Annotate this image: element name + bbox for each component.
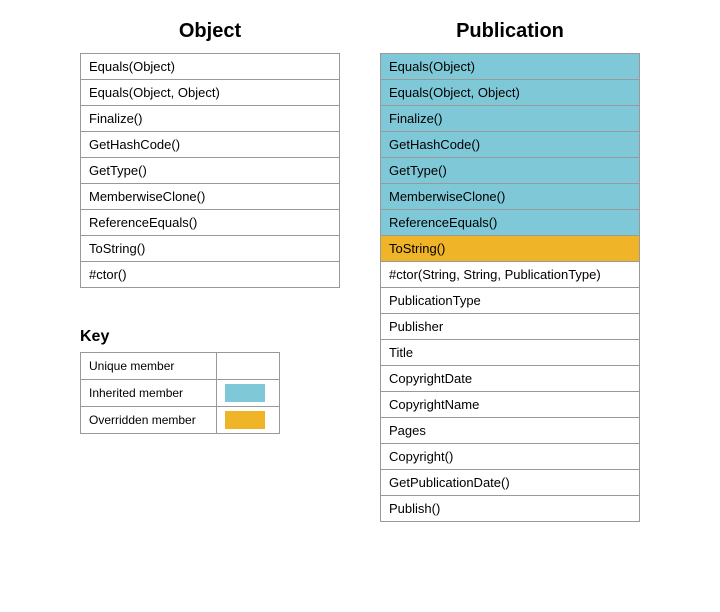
table-row: Publish(): [381, 496, 640, 522]
key-table: Unique memberInherited memberOverridden …: [80, 352, 280, 434]
table-row: Finalize(): [381, 106, 640, 132]
publication-column: Publication Equals(Object)Equals(Object,…: [380, 20, 640, 522]
table-row: Finalize(): [81, 106, 340, 132]
table-row: Equals(Object, Object): [381, 80, 640, 106]
table-row: Equals(Object, Object): [81, 80, 340, 106]
cell-label: GetPublicationDate(): [381, 470, 640, 496]
cell-label: GetHashCode(): [81, 132, 340, 158]
cell-label: ToString(): [381, 236, 640, 262]
table-row: MemberwiseClone(): [381, 184, 640, 210]
table-row: GetHashCode(): [81, 132, 340, 158]
key-label: Overridden member: [81, 407, 217, 434]
key-color: [217, 353, 280, 380]
cell-label: GetHashCode(): [381, 132, 640, 158]
table-row: ToString(): [381, 236, 640, 262]
cell-label: Publisher: [381, 314, 640, 340]
cell-label: #ctor(String, String, PublicationType): [381, 262, 640, 288]
cell-label: ReferenceEquals(): [381, 210, 640, 236]
object-title: Object: [179, 20, 241, 43]
table-row: GetPublicationDate(): [381, 470, 640, 496]
cell-label: MemberwiseClone(): [381, 184, 640, 210]
publication-table: Equals(Object)Equals(Object, Object)Fina…: [380, 53, 640, 522]
cell-label: GetType(): [381, 158, 640, 184]
cell-label: Pages: [381, 418, 640, 444]
table-row: MemberwiseClone(): [81, 184, 340, 210]
cell-label: MemberwiseClone(): [81, 184, 340, 210]
cell-label: ToString(): [81, 236, 340, 262]
table-row: CopyrightDate: [381, 366, 640, 392]
cell-label: #ctor(): [81, 262, 340, 288]
table-row: GetHashCode(): [381, 132, 640, 158]
cell-label: Equals(Object, Object): [81, 80, 340, 106]
table-row: Equals(Object): [381, 54, 640, 80]
key-color: [217, 380, 280, 407]
cell-label: ReferenceEquals(): [81, 210, 340, 236]
table-row: ToString(): [81, 236, 340, 262]
table-row: ReferenceEquals(): [381, 210, 640, 236]
table-row: Publisher: [381, 314, 640, 340]
table-row: PublicationType: [381, 288, 640, 314]
table-row: CopyrightName: [381, 392, 640, 418]
table-row: #ctor(String, String, PublicationType): [381, 262, 640, 288]
cell-label: Equals(Object): [381, 54, 640, 80]
cell-label: Publish(): [381, 496, 640, 522]
table-row: Copyright(): [381, 444, 640, 470]
cell-label: GetType(): [81, 158, 340, 184]
publication-title: Publication: [456, 20, 564, 43]
key-row: Inherited member: [81, 380, 280, 407]
cell-label: Title: [381, 340, 640, 366]
cell-label: Equals(Object): [81, 54, 340, 80]
key-label: Unique member: [81, 353, 217, 380]
key-title: Key: [80, 328, 280, 346]
table-row: Pages: [381, 418, 640, 444]
key-color: [217, 407, 280, 434]
table-row: Equals(Object): [81, 54, 340, 80]
table-row: Title: [381, 340, 640, 366]
cell-label: CopyrightDate: [381, 366, 640, 392]
object-column: Object Equals(Object)Equals(Object, Obje…: [80, 20, 340, 522]
cell-label: PublicationType: [381, 288, 640, 314]
cell-label: Copyright(): [381, 444, 640, 470]
cell-label: Finalize(): [381, 106, 640, 132]
cell-label: CopyrightName: [381, 392, 640, 418]
cell-label: Finalize(): [81, 106, 340, 132]
key-section: Key Unique memberInherited memberOverrid…: [80, 328, 280, 434]
key-row: Unique member: [81, 353, 280, 380]
table-row: ReferenceEquals(): [81, 210, 340, 236]
cell-label: Equals(Object, Object): [381, 80, 640, 106]
key-row: Overridden member: [81, 407, 280, 434]
table-row: #ctor(): [81, 262, 340, 288]
key-label: Inherited member: [81, 380, 217, 407]
object-table: Equals(Object)Equals(Object, Object)Fina…: [80, 53, 340, 288]
table-row: GetType(): [381, 158, 640, 184]
table-row: GetType(): [81, 158, 340, 184]
